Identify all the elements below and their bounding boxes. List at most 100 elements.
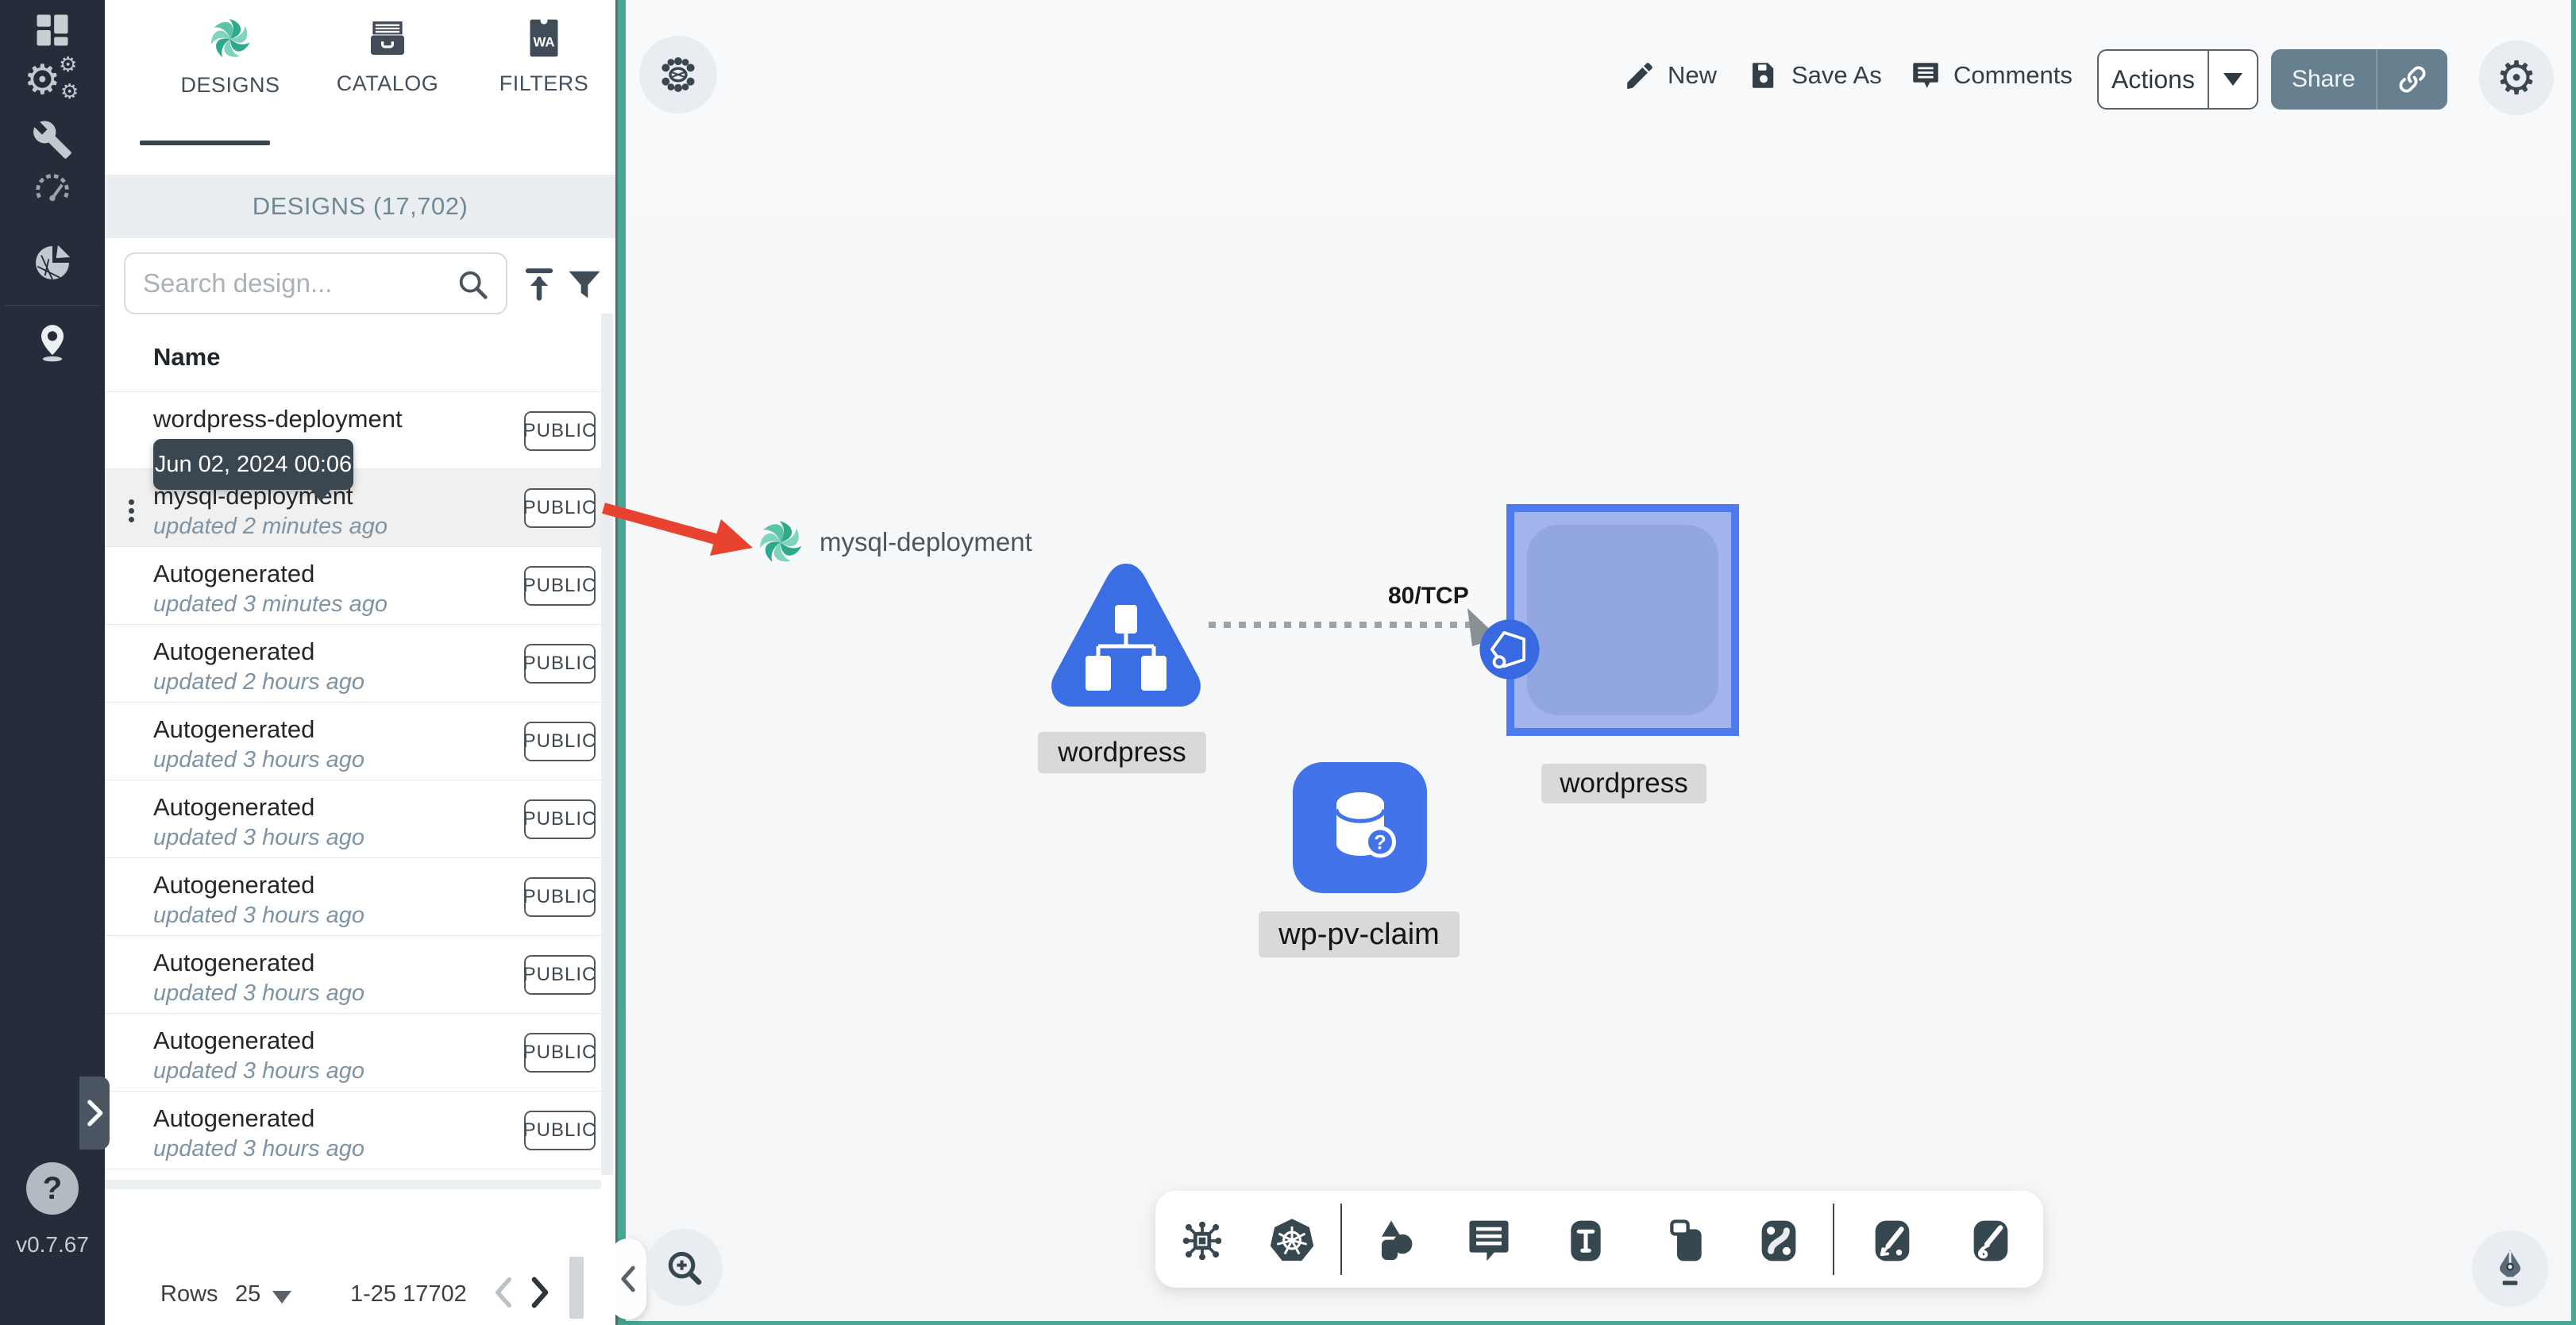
funnel-icon [569,271,600,299]
service-endpoint-handle[interactable] [1477,617,1542,682]
list-scrollbar-track[interactable] [601,314,613,1175]
new-button[interactable]: New [1623,59,1717,92]
tool-annotate[interactable] [1865,1213,1920,1269]
zoom-button[interactable] [646,1229,723,1306]
upload-icon [525,268,553,301]
comments-button[interactable]: Comments [1909,59,2073,92]
pencil-swirl-icon [1973,1220,2008,1261]
design-list-item[interactable]: Autogenerated updated 3 hours ago PUBLIC [105,1014,601,1092]
design-name: Autogenerated [153,949,315,976]
previous-page-icon[interactable] [492,1277,515,1308]
help-icon: ? [42,1170,63,1206]
design-list-item[interactable]: Autogenerated updated 3 hours ago PUBLIC [105,1092,601,1169]
sidebar-item-lifecycle[interactable]: ⚙ ⚙ ⚙ [0,53,105,111]
design-updated-text: updated 2 minutes ago [153,514,388,539]
caret-down-icon [2223,73,2242,86]
dragged-design-label: mysql-deployment [819,527,1032,557]
design-list-item[interactable]: Autogenerated updated 3 hours ago PUBLIC [105,858,601,936]
design-name: Autogenerated [153,637,315,665]
design-updated-text: updated 3 hours ago [153,747,365,772]
tool-siphon[interactable] [1751,1213,1807,1269]
design-list-item[interactable]: Autogenerated updated 2 hours ago PUBLIC [105,625,601,703]
pvc-cylinder-icon: ? [1334,792,1396,857]
filter-designs-button[interactable] [564,264,605,309]
tab-catalog[interactable]: CATALOG [312,16,463,151]
tool-kubernetes[interactable] [1264,1213,1320,1269]
tab-filters[interactable]: WA FILTERS [469,16,619,151]
updated-date-tooltip: Jun 02, 2024 00:06 [153,439,353,502]
visibility-badge: PUBLIC [523,566,596,606]
pen-nib-icon [2499,1250,2521,1285]
chevron-right-icon [87,1100,103,1127]
node-deployment-wordpress[interactable] [1040,556,1212,724]
visibility-badge: PUBLIC [523,722,596,761]
app-version: v0.7.67 [16,1232,89,1257]
chevron-left-icon [621,1265,635,1292]
row-menu-icon[interactable] [129,496,134,526]
wrench-icon [33,121,71,159]
tool-shapes[interactable] [1367,1213,1422,1269]
tab-label: CATALOG [336,71,439,95]
wasm-filter-icon: WA [530,17,558,57]
zoom-in-icon [668,1251,701,1285]
pencil-icon [1627,63,1652,90]
caret-down-icon[interactable] [272,1291,291,1304]
design-name: Autogenerated [153,715,315,743]
frame-copy-icon [1670,1219,1702,1261]
tool-comment[interactable] [1461,1213,1517,1269]
actions-button[interactable]: Actions [2097,49,2258,110]
settings-button[interactable]: ⚙ [2479,40,2554,115]
tool-components[interactable] [1174,1213,1230,1269]
design-list-item[interactable]: Autogenerated updated 3 hours ago PUBLIC [105,780,601,858]
service-inner-shape [1527,525,1718,715]
sidebar-item-extensions[interactable] [0,238,105,287]
visibility-badge: PUBLIC [523,411,596,451]
node-label-service: wordpress [1541,764,1706,803]
edge-port-label: 80/TCP [1388,583,1469,609]
tool-sketch[interactable] [1963,1213,2019,1269]
gear-icon: ⚙ [2496,51,2537,105]
design-list-item[interactable]: Autogenerated updated 3 hours ago PUBLIC [105,936,601,1014]
tool-text[interactable] [1558,1213,1614,1269]
copy-link-button[interactable] [2377,63,2447,96]
pagination-bar: Rows 25 1-25 17702 [105,1257,615,1319]
upload-design-button[interactable] [519,264,560,309]
sidebar-item-kanvas[interactable] [0,318,105,368]
node-pvc-wp-pv-claim[interactable]: ? [1293,762,1427,893]
save-as-button[interactable]: Save As [1747,59,1882,92]
svg-text:WA: WA [533,35,554,50]
canvas-toolbar [1155,1191,2043,1288]
sidebar-item-performance[interactable] [0,168,105,214]
designs-count-header: DESIGNS (17,702) [105,175,615,238]
sidebar-item-dashboard[interactable] [0,6,105,54]
canvas-widgets-button[interactable] [639,36,717,114]
comment-icon [1913,63,1938,88]
visibility-badge: PUBLIC [523,644,596,684]
tab-designs[interactable]: DESIGNS [155,16,306,151]
design-mode-button[interactable] [2472,1231,2548,1307]
search-input[interactable] [143,254,445,313]
designs-panel: DESIGNS CATALOG WA FILTERS DESIGNS (17,7… [105,0,615,1325]
visibility-badge: PUBLIC [523,799,596,839]
design-list-item[interactable]: Autogenerated updated 3 minutes ago PUBL… [105,547,601,625]
link-icon [2399,66,2426,93]
design-list-item[interactable]: Autogenerated updated 3 hours ago PUBLIC [105,703,601,780]
design-updated-text: updated 3 minutes ago [153,591,388,617]
tool-frame[interactable] [1659,1213,1714,1269]
meshery-logo-icon [207,16,253,62]
extensions-pie-icon [36,245,71,280]
design-name: Autogenerated [153,560,315,587]
rows-per-page-select[interactable]: 25 [235,1281,260,1308]
pagination-scrollbar-thumb[interactable] [569,1257,584,1319]
next-page-icon[interactable] [528,1277,552,1308]
sidebar-item-configuration[interactable] [0,116,105,164]
gears-icon: ⚙ ⚙ ⚙ [24,53,79,104]
share-label: Share [2291,66,2356,92]
design-updated-text: updated 3 hours ago [153,903,365,928]
help-button[interactable]: ? [26,1162,79,1215]
panel-expand-tab[interactable] [79,1077,110,1150]
actions-dropdown[interactable] [2209,73,2257,86]
share-button[interactable]: Share [2271,49,2447,110]
dragged-design[interactable]: mysql-deployment [756,518,1032,567]
search-icon [459,271,488,299]
